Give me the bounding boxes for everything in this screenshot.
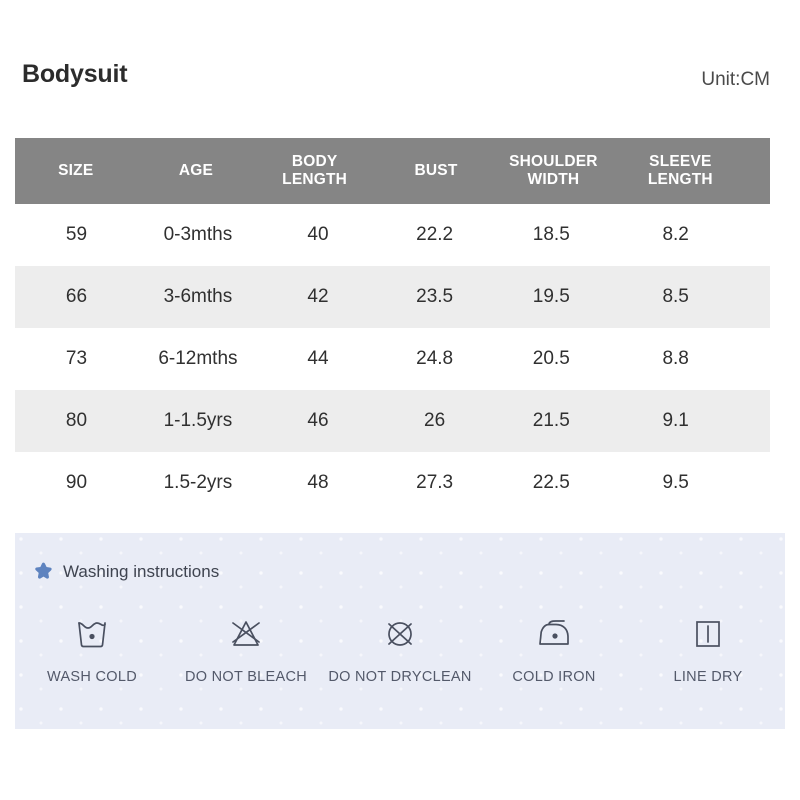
washing-symbol-wash-cold: WASH COLD — [15, 611, 169, 685]
column-header-line2: LENGTH — [647, 171, 713, 188]
cell-size: 73 — [65, 348, 88, 369]
size-chart-table: SIZE AGE BODY LENGTH BUST SHOULDER WIDTH… — [15, 138, 770, 514]
cell-body-length: 44 — [307, 348, 329, 369]
table-row: 66 3-6mths 42 23.5 19.5 8.5 — [15, 266, 770, 328]
cell-bust: 27.3 — [416, 472, 454, 493]
washing-symbol-label: COLD IRON — [512, 669, 596, 685]
cell-body-length: 46 — [307, 410, 329, 431]
washing-symbol-label: LINE DRY — [673, 669, 743, 685]
cell-bust: 22.2 — [416, 224, 454, 245]
washing-symbol-label: DO NOT BLEACH — [184, 669, 308, 685]
unit-label: Unit:CM — [701, 69, 770, 90]
page-title: Bodysuit — [22, 60, 128, 88]
table-row: 73 6-12mths 44 24.8 20.5 8.8 — [15, 328, 770, 390]
washing-instructions-title: Washing instructions — [63, 561, 220, 581]
cell-size: 59 — [65, 224, 88, 245]
cell-sleeve-length: 8.2 — [662, 224, 689, 245]
cell-size: 80 — [65, 410, 88, 431]
column-header-sleeve-length: SLEEVE LENGTH — [617, 153, 770, 190]
cell-age: 0-3mths — [163, 224, 233, 245]
washing-symbol-list: WASH COLD DO NOT BLEACH DO NOT DRYCLEAN … — [15, 611, 785, 685]
cold-iron-icon — [533, 611, 575, 657]
washing-symbol-label: DO NOT DRYCLEAN — [328, 669, 472, 685]
column-header-body-length: BODY LENGTH — [255, 153, 380, 190]
washing-symbol-label: WASH COLD — [47, 669, 137, 685]
title-row: Bodysuit Unit:CM — [0, 60, 800, 110]
cell-sleeve-length: 8.5 — [662, 286, 689, 307]
column-header-age: AGE — [137, 162, 256, 180]
cell-sleeve-length: 8.8 — [662, 348, 689, 369]
column-header-line2: WIDTH — [527, 171, 580, 188]
cell-bust: 26 — [424, 410, 446, 431]
column-header-shoulder-width: SHOULDER WIDTH — [494, 153, 617, 190]
cell-age: 3-6mths — [163, 286, 233, 307]
no-bleach-icon — [226, 611, 266, 657]
table-row: 90 1.5-2yrs 48 27.3 22.5 9.5 — [15, 452, 770, 514]
washing-instructions-header: Washing instructions — [33, 561, 219, 582]
cell-bust: 23.5 — [416, 286, 454, 307]
washing-symbol-do-not-bleach: DO NOT BLEACH — [169, 611, 323, 685]
cell-shoulder-width: 21.5 — [532, 410, 570, 431]
cell-shoulder-width: 18.5 — [532, 224, 570, 245]
cell-size: 90 — [65, 472, 88, 493]
cell-bust: 24.8 — [416, 348, 454, 369]
column-header-size: SIZE — [15, 162, 137, 180]
table-header-row: SIZE AGE BODY LENGTH BUST SHOULDER WIDTH… — [15, 138, 770, 204]
cell-age: 1.5-2yrs — [163, 472, 233, 493]
cell-sleeve-length: 9.5 — [662, 472, 689, 493]
cell-body-length: 42 — [307, 286, 329, 307]
cell-body-length: 40 — [307, 224, 329, 245]
column-header-line1: SIZE — [58, 161, 94, 179]
table-row: 59 0-3mths 40 22.2 18.5 8.2 — [15, 204, 770, 266]
cell-shoulder-width: 20.5 — [532, 348, 570, 369]
wash-tub-icon — [72, 611, 112, 657]
column-header-line1: SHOULDER — [509, 152, 598, 170]
column-header-line1: SLEEVE — [649, 152, 712, 170]
washing-symbol-line-dry: LINE DRY — [631, 611, 785, 685]
cell-age: 1-1.5yrs — [163, 410, 233, 431]
column-header-line2: LENGTH — [282, 171, 348, 188]
column-header-line1: BODY — [291, 152, 338, 170]
washing-symbol-do-not-dryclean: DO NOT DRYCLEAN — [323, 611, 477, 685]
washing-instructions-panel: Washing instructions WASH COLD DO NOT BL… — [15, 533, 785, 729]
cell-shoulder-width: 22.5 — [532, 472, 570, 493]
table-row: 80 1-1.5yrs 46 26 21.5 9.1 — [15, 390, 770, 452]
column-header-bust: BUST — [380, 162, 494, 180]
line-dry-icon — [688, 611, 728, 657]
column-header-line1: AGE — [178, 161, 214, 179]
no-dryclean-icon — [380, 611, 420, 657]
column-header-line1: BUST — [414, 161, 458, 179]
star-icon — [33, 561, 54, 582]
washing-symbol-cold-iron: COLD IRON — [477, 611, 631, 685]
cell-shoulder-width: 19.5 — [532, 286, 570, 307]
cell-age: 6-12mths — [158, 348, 238, 369]
cell-size: 66 — [65, 286, 88, 307]
cell-body-length: 48 — [307, 472, 329, 493]
cell-sleeve-length: 9.1 — [662, 410, 689, 431]
